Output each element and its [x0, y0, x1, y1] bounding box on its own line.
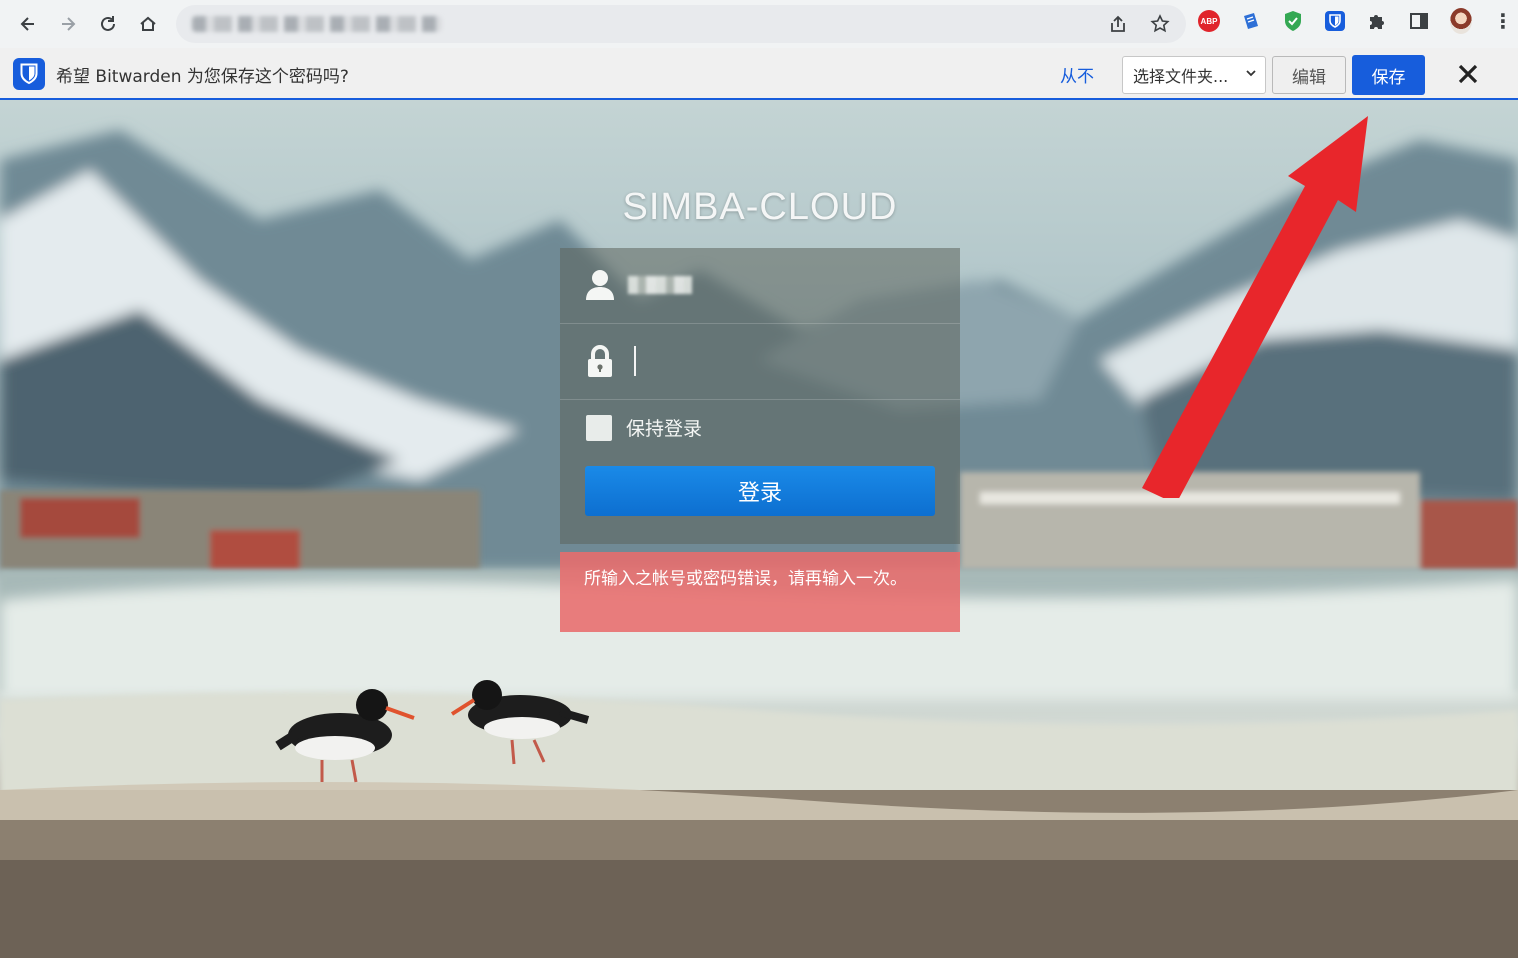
chevron-down-icon	[1245, 67, 1257, 82]
profile-avatar[interactable]	[1450, 8, 1472, 34]
password-field[interactable]	[560, 324, 960, 400]
lock-icon	[584, 344, 616, 378]
close-icon[interactable]	[1453, 59, 1483, 89]
save-button[interactable]: 保存	[1352, 55, 1425, 95]
remember-me-checkbox[interactable]	[586, 414, 612, 441]
user-icon	[584, 268, 616, 302]
bitwarden-notification-bar: 希望 Bitwarden 为您保存这个密码吗? 从不 选择文件夹... 编辑 保…	[0, 48, 1518, 100]
save-password-prompt: 希望 Bitwarden 为您保存这个密码吗?	[56, 67, 349, 87]
forward-arrow-icon[interactable]	[48, 4, 88, 44]
remember-me[interactable]: 保持登录	[586, 414, 702, 441]
error-message: 所输入之帐号或密码错误，请再输入一次。	[560, 552, 960, 632]
shield-extension-icon[interactable]	[1282, 10, 1304, 32]
remember-me-label: 保持登录	[626, 418, 703, 440]
browser-toolbar: ABP ⋮	[0, 0, 1518, 48]
login-page: SIMBA-CLOUD 保持登录 登录 所输入之帐号或密码错误，请再输入一次。	[0, 100, 1518, 958]
bitwarden-extension-icon[interactable]	[1324, 10, 1346, 32]
bookmark-star-icon[interactable]	[1150, 14, 1170, 34]
edit-button[interactable]: 编辑	[1272, 56, 1346, 94]
adblock-plus-icon[interactable]: ABP	[1198, 10, 1220, 32]
blurred-url	[192, 16, 442, 32]
share-icon[interactable]	[1108, 14, 1128, 34]
home-icon[interactable]	[128, 4, 168, 44]
never-link[interactable]: 从不	[1060, 62, 1094, 87]
back-arrow-icon[interactable]	[8, 4, 48, 44]
reader-extension-icon[interactable]	[1240, 10, 1262, 32]
bitwarden-logo-icon	[13, 58, 45, 90]
folder-select-value: 选择文件夹...	[1133, 67, 1229, 86]
address-bar[interactable]	[176, 5, 1186, 43]
blurred-username	[628, 276, 692, 294]
text-cursor	[634, 346, 636, 376]
username-field[interactable]	[560, 248, 960, 324]
login-button[interactable]: 登录	[585, 466, 935, 516]
site-title: SIMBA-CLOUD	[622, 186, 898, 228]
login-form: 保持登录 登录	[560, 248, 960, 544]
folder-select[interactable]: 选择文件夹...	[1122, 56, 1266, 94]
reload-icon[interactable]	[88, 4, 128, 44]
puzzle-extensions-icon[interactable]	[1366, 10, 1388, 32]
menu-kebab-icon[interactable]: ⋮	[1492, 10, 1514, 32]
side-panel-icon[interactable]	[1408, 10, 1430, 32]
